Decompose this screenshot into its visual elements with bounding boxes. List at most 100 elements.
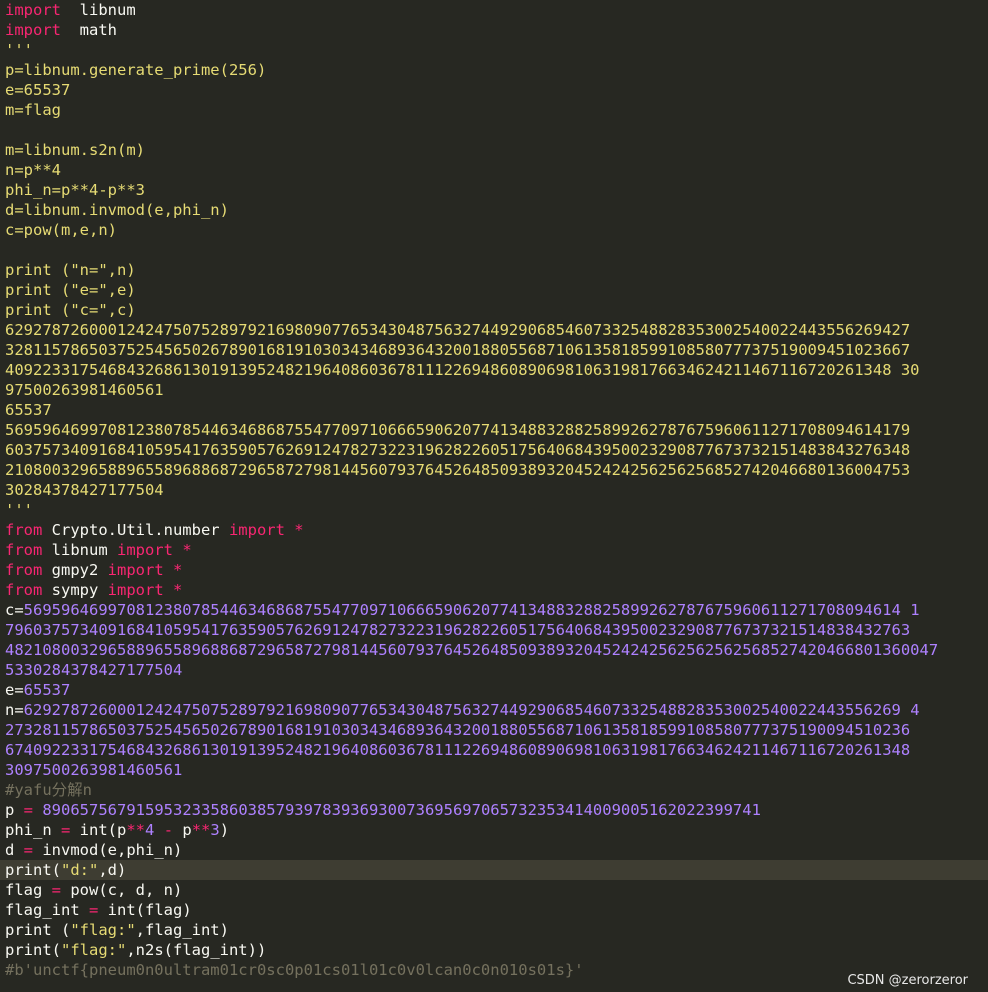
code-token: ** — [191, 821, 211, 839]
code-line[interactable]: 6740922331754684326861301913952482196408… — [0, 740, 988, 760]
code-line[interactable]: n=p**4 — [0, 160, 988, 180]
code-line[interactable]: m=flag — [0, 100, 988, 120]
code-token: #yafu分解n — [5, 781, 92, 799]
code-token: 3097500263981460561 — [5, 761, 183, 779]
code-token: p=libnum.generate_prime(256) — [5, 61, 267, 79]
code-line[interactable]: e=65537 — [0, 80, 988, 100]
code-line[interactable]: 3281157865037525456502678901681910303434… — [0, 340, 988, 360]
code-token: p — [5, 801, 24, 819]
code-token: p — [182, 821, 192, 839]
code-token: d — [5, 841, 24, 859]
code-line[interactable] — [0, 240, 988, 260]
code-line[interactable]: flag_int = int(flag) — [0, 900, 988, 920]
code-line[interactable]: print ("e=",e) — [0, 280, 988, 300]
code-editor[interactable]: import libnum import math ''' p=libnum.gene… — [0, 0, 988, 992]
code-token: print ("c=",c) — [5, 301, 136, 319]
code-line[interactable]: ''' — [0, 500, 988, 520]
code-line[interactable]: from libnum import * — [0, 540, 988, 560]
code-token: int(flag) — [98, 901, 192, 919]
code-token: import — [5, 1, 61, 19]
code-line[interactable]: print ("n=",n) — [0, 260, 988, 280]
code-line[interactable]: from gmpy2 import * — [0, 560, 988, 580]
code-line[interactable]: 97500263981460561 — [0, 380, 988, 400]
code-token: #b'unctf{pneum0n0ultram01cr0sc0p01cs01l0… — [5, 961, 584, 979]
code-token: 4 — [145, 821, 155, 839]
code-line[interactable]: 6037573409168410595417635905762691247827… — [0, 440, 988, 460]
code-line[interactable]: 4821080032965889655896886872965872798144… — [0, 640, 988, 660]
code-token: math — [61, 21, 117, 39]
code-line[interactable]: 6292787260001242475075289792169809077653… — [0, 320, 988, 340]
code-token: 3281157865037525456502678901681910303434… — [5, 341, 911, 359]
code-token: = — [89, 901, 99, 919]
code-line[interactable]: 7960375734091684105954176359057626912478… — [0, 620, 988, 640]
code-token: 6292787260001242475075289792169809077653… — [23, 701, 920, 719]
code-line[interactable]: 2732811578650375254565026789016819103034… — [0, 720, 988, 740]
code-token: n= — [5, 701, 24, 719]
code-line[interactable]: e=65537 — [0, 680, 988, 700]
code-token: 2108003296588965589688687296587279814456… — [5, 461, 911, 479]
code-line[interactable]: print("d:",d) — [0, 860, 988, 880]
code-line[interactable]: d=libnum.invmod(e,phi_n) — [0, 200, 988, 220]
code-line[interactable]: 5695964699708123807854463468687554770971… — [0, 420, 988, 440]
code-token: import — [5, 21, 61, 39]
code-line[interactable]: 3097500263981460561 — [0, 760, 988, 780]
code-line[interactable]: import math — [0, 20, 988, 40]
code-line[interactable]: p=libnum.generate_prime(256) — [0, 60, 988, 80]
code-token: 4821080032965889655896886872965872798144… — [5, 641, 939, 659]
code-line[interactable]: 2108003296588965589688687296587279814456… — [0, 460, 988, 480]
code-line[interactable]: print("flag:",n2s(flag_int)) — [0, 940, 988, 960]
code-token: print ( — [5, 921, 71, 939]
code-token: n=p**4 — [5, 161, 61, 179]
code-line[interactable]: n=62927872600012424750752897921698090776… — [0, 700, 988, 720]
code-token: import — [116, 541, 173, 559]
code-token: gmpy2 — [42, 561, 108, 579]
code-line[interactable]: d = invmod(e,phi_n) — [0, 840, 988, 860]
code-line[interactable]: from Crypto.Util.number import * — [0, 520, 988, 540]
code-token: "d:" — [61, 861, 99, 879]
code-token: from — [5, 561, 43, 579]
code-token: 65537 — [23, 681, 71, 699]
code-line[interactable]: #b'unctf{pneum0n0ultram01cr0sc0p01cs01l0… — [0, 960, 988, 980]
code-token: print( — [5, 941, 61, 959]
code-line[interactable]: p = 890657567915953233586038579397839369… — [0, 800, 988, 820]
code-line[interactable]: c=pow(m,e,n) — [0, 220, 988, 240]
code-line[interactable]: flag = pow(c, d, n) — [0, 880, 988, 900]
code-token: ,flag_int) — [135, 921, 229, 939]
code-line[interactable]: ''' — [0, 40, 988, 60]
code-line[interactable]: phi_n=p**4-p**3 — [0, 180, 988, 200]
code-line[interactable]: 5330284378427177504 — [0, 660, 988, 680]
code-line[interactable]: print ("c=",c) — [0, 300, 988, 320]
code-token: invmod(e,phi_n) — [33, 841, 183, 859]
code-token: "flag:" — [61, 941, 127, 959]
code-line[interactable]: print ("flag:",flag_int) — [0, 920, 988, 940]
code-line[interactable]: 65537 — [0, 400, 988, 420]
code-token: 30284378427177504 — [5, 481, 164, 499]
code-token: int(p — [70, 821, 127, 839]
code-token: e=65537 — [5, 81, 71, 99]
code-token: 6292787260001242475075289792169809077653… — [5, 321, 911, 339]
code-token: ,d) — [98, 861, 127, 879]
code-line[interactable]: phi_n = int(p**4 - p**3) — [0, 820, 988, 840]
code-line[interactable]: c=56959646997081238078544634686875547709… — [0, 600, 988, 620]
code-token: from — [5, 521, 43, 539]
code-line[interactable]: #yafu分解n — [0, 780, 988, 800]
code-token: * — [163, 561, 183, 579]
code-area[interactable]: import libnum import math ''' p=libnum.gene… — [0, 0, 988, 980]
code-token: 4092233175468432686130191395248219640860… — [5, 361, 920, 379]
code-token: flag_int — [5, 901, 89, 919]
code-token: ** — [126, 821, 146, 839]
code-line[interactable]: 30284378427177504 — [0, 480, 988, 500]
code-line[interactable]: m=libnum.s2n(m) — [0, 140, 988, 160]
code-token: = — [51, 881, 62, 899]
code-token: ''' — [5, 41, 33, 59]
code-token: ''' — [5, 501, 33, 519]
code-token: = — [23, 801, 34, 819]
code-token: libnum — [61, 1, 136, 19]
code-token: * — [163, 581, 183, 599]
code-token: 5695964699708123807854463468687554770971… — [23, 601, 920, 619]
code-token: Crypto.Util.number — [42, 521, 229, 539]
code-line[interactable]: 4092233175468432686130191395248219640860… — [0, 360, 988, 380]
code-line[interactable] — [0, 120, 988, 140]
code-line[interactable]: import libnum — [0, 0, 988, 20]
code-line[interactable]: from sympy import * — [0, 580, 988, 600]
